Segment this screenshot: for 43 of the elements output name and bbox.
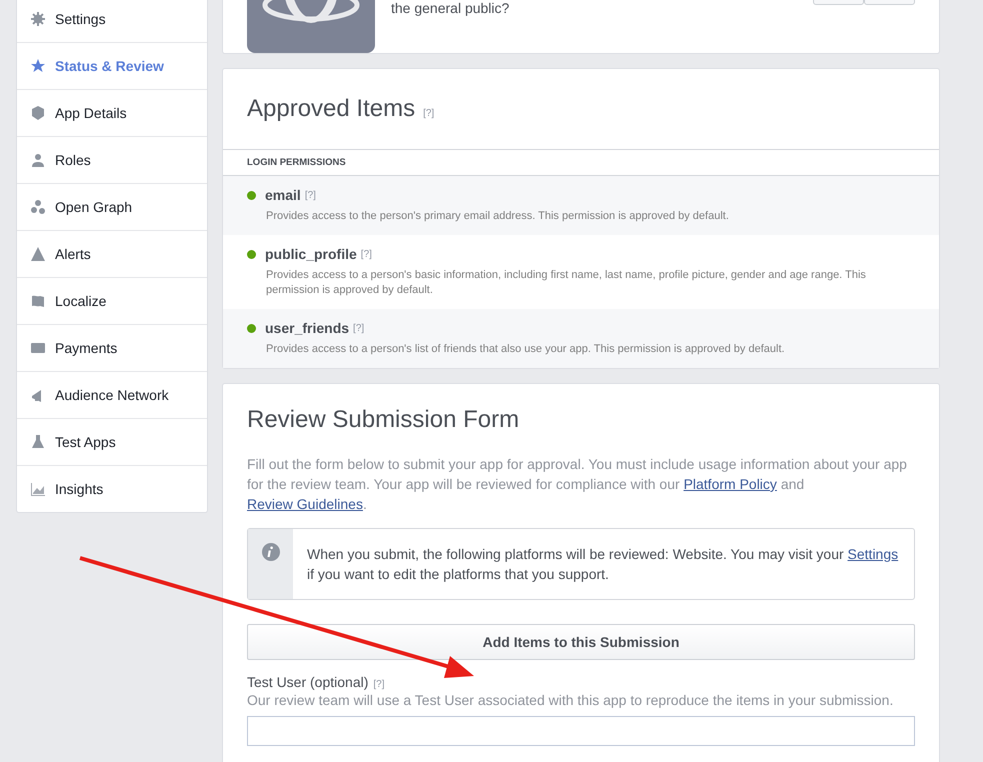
input-field[interactable]	[247, 716, 915, 746]
star-icon	[30, 58, 46, 74]
sidebar-item[interactable]: Alerts	[17, 231, 207, 278]
permission-name: user_friends	[265, 320, 350, 336]
permission-description: Provides access to a person's list of friends that also use your app. This permission is approved by default.	[266, 342, 786, 357]
status-dot	[247, 250, 256, 258]
chart-icon	[30, 481, 46, 497]
permission-name: email	[265, 187, 301, 203]
link[interactable]: Review Guidelines	[247, 496, 363, 512]
flask-icon	[30, 434, 46, 450]
field-label: Test User (optional)	[247, 674, 368, 690]
question-text: the general public?	[391, 0, 510, 18]
sidebar-item[interactable]: Settings	[17, 0, 207, 43]
person-icon	[30, 152, 46, 168]
notice-text: When you submit, the following platforms will be reviewed: Website. You may visit your Settings if you want to edit the platforms that you support.	[306, 545, 900, 584]
sidebar-item[interactable]: Test Apps	[17, 419, 207, 466]
sidebar-item[interactable]: Insights	[17, 466, 207, 512]
warning-icon	[30, 246, 46, 262]
flag-icon	[30, 293, 46, 309]
status-dot	[247, 324, 256, 332]
sidebar-item[interactable]: Status & Review	[17, 43, 207, 90]
add-items-button[interactable]: Add Items to this Submission	[247, 624, 915, 660]
sidebar-item[interactable]: App Details	[17, 90, 207, 137]
sidebar-item[interactable]: Localize	[17, 278, 207, 325]
card-icon	[30, 340, 46, 356]
status-dot	[247, 190, 256, 200]
link[interactable]: Platform Policy	[684, 476, 777, 492]
permission-description: Provides access to a person's basic information, including first name, last name, profile picture, gender and age range. This permission is approved by default.	[266, 268, 867, 298]
field-hint: Our review team will use a Test User associated with this app to reproduce the items in your submission.	[247, 692, 894, 708]
sidebar-item[interactable]: Roles	[17, 137, 207, 184]
section-header: LOGIN PERMISSIONS	[223, 149, 939, 176]
intro-text: Fill out the form below to submit your app for approval. You must include usage information about your app for the review team. Your app will be reviewed for compliance with our Platform Policy and Review Guidelines.	[247, 455, 908, 514]
info-icon	[262, 543, 280, 561]
sidebar-item[interactable]: Audience Network	[17, 372, 207, 419]
sidebar-item[interactable]: Open Graph	[17, 184, 207, 231]
link[interactable]: Settings	[848, 546, 898, 562]
cube-icon	[30, 105, 46, 121]
card-title: Approved Items	[247, 95, 416, 123]
card-title: Review Submission Form	[247, 406, 520, 434]
sidebar-item[interactable]: Payments	[17, 325, 207, 372]
graph-icon	[30, 199, 46, 215]
permission-name: public_profile	[265, 246, 357, 262]
permission-description: Provides access to the person's primary email address. This permission is approved by default.	[266, 209, 730, 224]
